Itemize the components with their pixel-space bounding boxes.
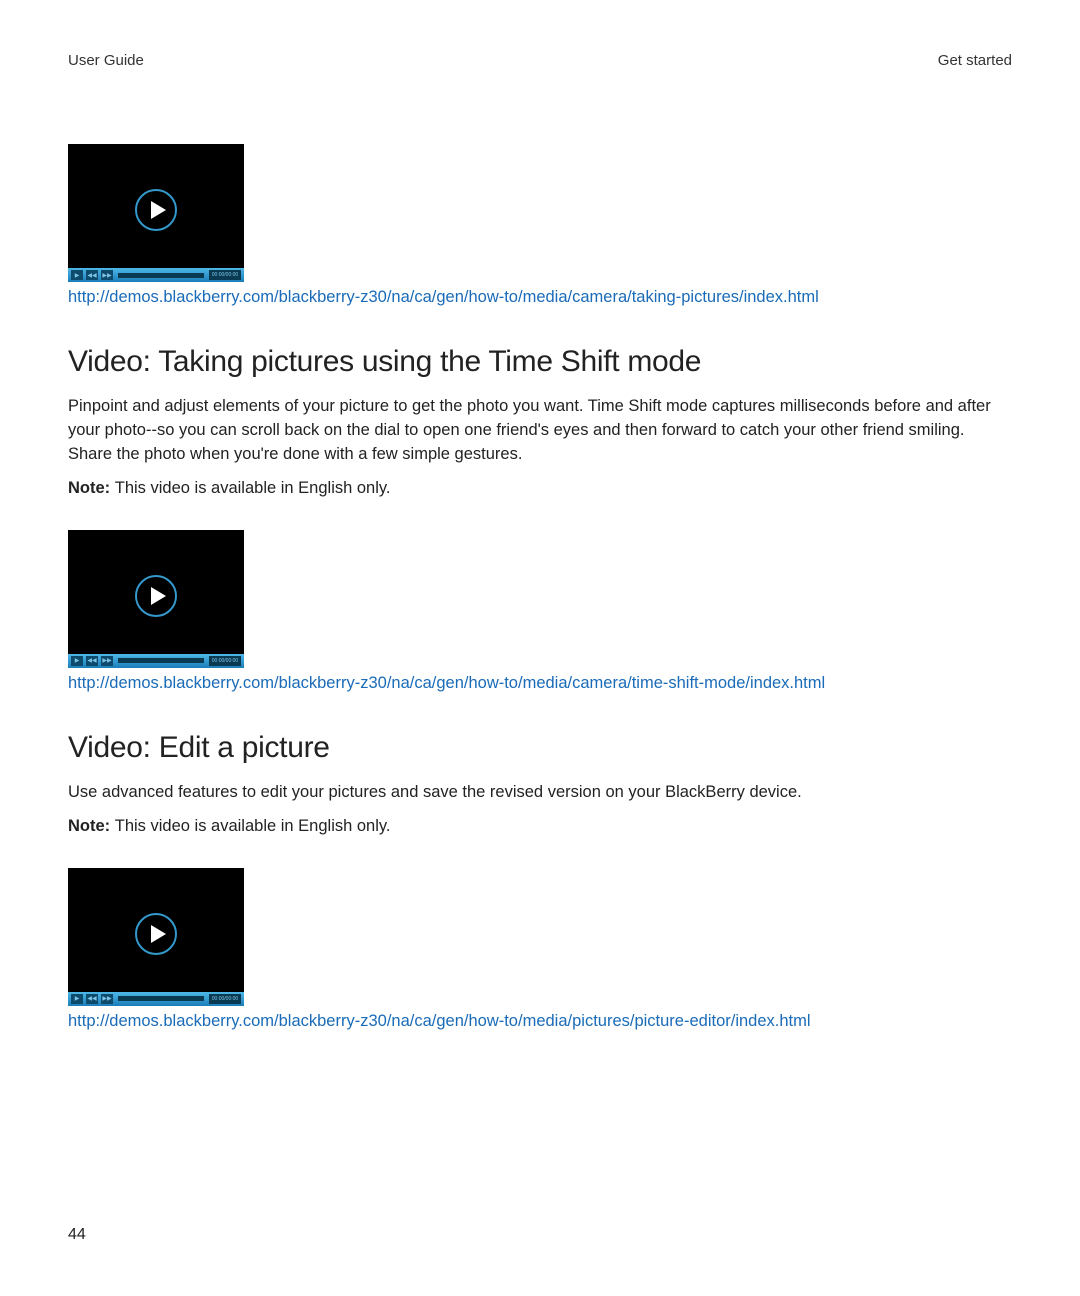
header-right: Get started [938,52,1012,69]
progress-bar[interactable] [118,273,204,278]
section-heading-1: Video: Taking pictures using the Time Sh… [68,345,1012,379]
play-icon [135,575,177,617]
header-left: User Guide [68,52,144,69]
video-controls-bar: ▶ ◀◀ ▶▶ 00:00/00:00 [68,268,244,282]
note-content: This video is available in English only. [115,817,391,835]
rewind-icon[interactable]: ◀◀ [86,270,98,280]
page-number: 44 [68,1226,86,1244]
play-icon [135,189,177,231]
section-note-2: Note: This video is available in English… [68,817,1012,836]
video-thumbnail-1[interactable]: ▶ ◀◀ ▶▶ 00:00/00:00 [68,144,244,282]
play-small-icon[interactable]: ▶ [71,270,83,280]
forward-icon[interactable]: ▶▶ [101,270,113,280]
note-content: This video is available in English only. [115,479,391,497]
page-header: User Guide Get started [68,52,1012,69]
time-display: 00:00/00:00 [209,994,241,1004]
video-controls-bar: ▶ ◀◀ ▶▶ 00:00/00:00 [68,992,244,1006]
video-link-3[interactable]: http://demos.blackberry.com/blackberry-z… [68,1012,811,1031]
note-label: Note: [68,479,115,497]
play-small-icon[interactable]: ▶ [71,994,83,1004]
video-thumbnail-2[interactable]: ▶ ◀◀ ▶▶ 00:00/00:00 [68,530,244,668]
forward-icon[interactable]: ▶▶ [101,656,113,666]
play-icon [135,913,177,955]
rewind-icon[interactable]: ◀◀ [86,656,98,666]
progress-bar[interactable] [118,996,204,1001]
note-label: Note: [68,817,115,835]
rewind-icon[interactable]: ◀◀ [86,994,98,1004]
section-body-1: Pinpoint and adjust elements of your pic… [68,395,1012,467]
video-controls-bar: ▶ ◀◀ ▶▶ 00:00/00:00 [68,654,244,668]
section-body-2: Use advanced features to edit your pictu… [68,781,1012,805]
section-note-1: Note: This video is available in English… [68,479,1012,498]
section-heading-2: Video: Edit a picture [68,731,1012,765]
progress-bar[interactable] [118,658,204,663]
forward-icon[interactable]: ▶▶ [101,994,113,1004]
time-display: 00:00/00:00 [209,270,241,280]
time-display: 00:00/00:00 [209,656,241,666]
play-small-icon[interactable]: ▶ [71,656,83,666]
video-link-1[interactable]: http://demos.blackberry.com/blackberry-z… [68,288,819,307]
video-link-2[interactable]: http://demos.blackberry.com/blackberry-z… [68,674,825,693]
video-thumbnail-3[interactable]: ▶ ◀◀ ▶▶ 00:00/00:00 [68,868,244,1006]
